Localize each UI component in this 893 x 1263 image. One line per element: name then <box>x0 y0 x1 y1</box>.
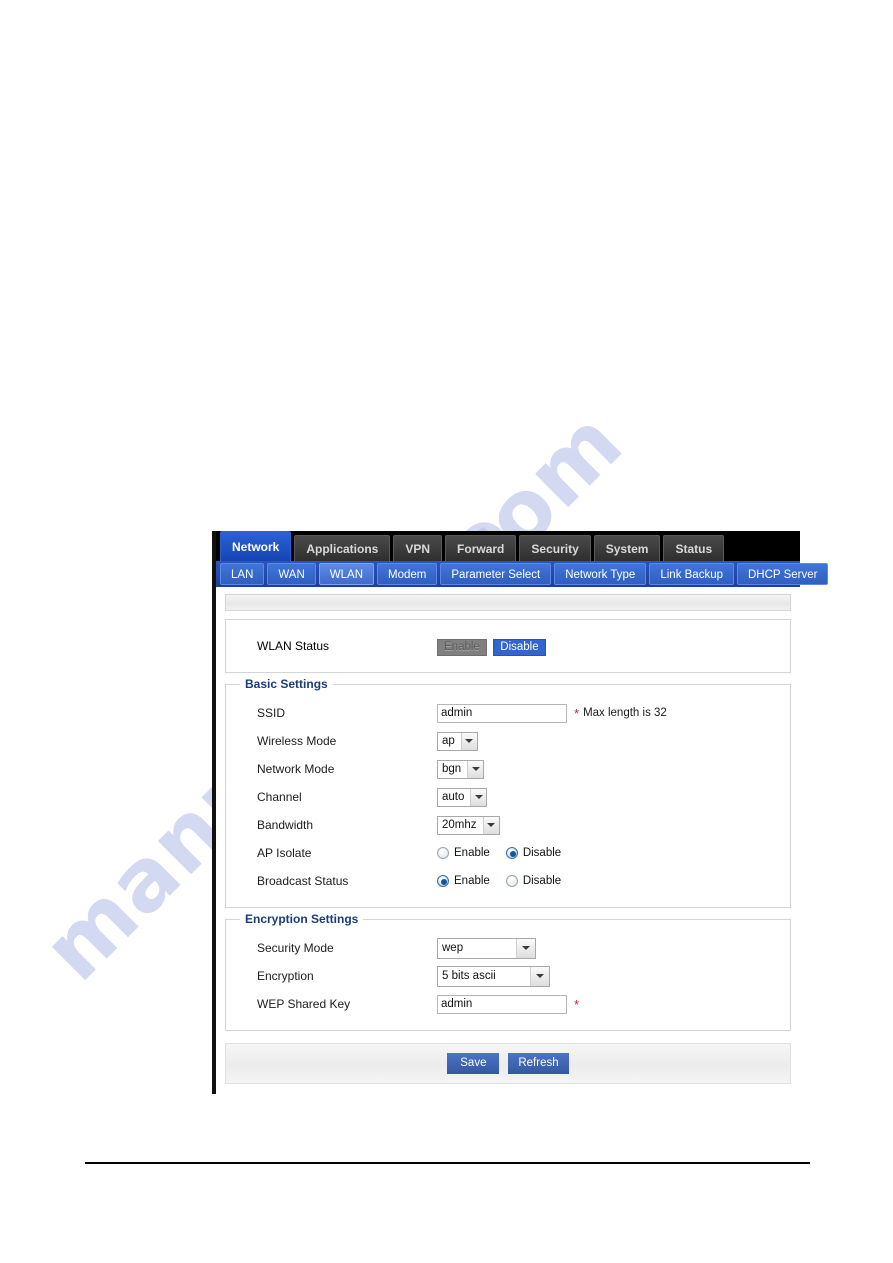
broadcast-status-enable-label: Enable <box>454 875 490 887</box>
row-broadcast-status: Broadcast Status Enable Disable <box>226 867 790 895</box>
row-ap-isolate: AP Isolate Enable Disable <box>226 839 790 867</box>
tab-system[interactable]: System <box>593 535 661 561</box>
encryption-select[interactable]: 5 bits ascii <box>437 965 550 987</box>
wep-shared-key-label: WEP Shared Key <box>257 997 351 1011</box>
row-security-mode: Security Mode wep <box>226 934 790 962</box>
subtab-modem[interactable]: Modem <box>377 563 438 585</box>
bandwidth-select[interactable]: 20mhz <box>437 815 500 835</box>
row-wireless-mode: Wireless Mode ap <box>226 727 790 755</box>
wlan-enable-button[interactable]: Enable <box>437 639 487 656</box>
chevron-down-icon <box>530 966 549 986</box>
row-bandwidth: Bandwidth 20mhz <box>226 811 790 839</box>
ssid-required-star: * <box>574 705 580 721</box>
subtab-parameter-select[interactable]: Parameter Select <box>440 563 552 585</box>
row-network-mode: Network Mode bgn <box>226 755 790 783</box>
wlan-status-controls: Enable Disable <box>437 637 546 656</box>
security-mode-label: Security Mode <box>257 941 334 955</box>
wep-shared-key-input[interactable] <box>437 994 567 1014</box>
radio-icon-checked <box>505 847 518 859</box>
network-mode-value: bgn <box>442 762 462 775</box>
wireless-mode-value: ap <box>442 734 455 747</box>
primary-navigation: Network Applications VPN Forward Securit… <box>216 531 800 561</box>
chevron-down-icon <box>516 938 535 958</box>
wep-shared-key-required-star: * <box>574 996 580 1012</box>
chevron-down-icon <box>470 788 487 806</box>
wlan-disable-button[interactable]: Disable <box>493 639 546 656</box>
row-channel: Channel auto <box>226 783 790 811</box>
secondary-navigation: LAN WAN WLAN Modem Parameter Select Netw… <box>216 561 829 587</box>
ap-isolate-enable-label: Enable <box>454 847 490 859</box>
encryption-settings-title: Encryption Settings <box>240 912 364 926</box>
network-mode-select[interactable]: bgn <box>437 759 485 779</box>
content-bottom-spacer <box>216 1084 800 1094</box>
wlan-status-panel: WLAN Status Enable Disable <box>225 619 791 673</box>
security-mode-value: wep <box>442 941 464 954</box>
broadcast-status-label: Broadcast Status <box>257 874 349 888</box>
channel-value: auto <box>442 790 465 803</box>
tab-status[interactable]: Status <box>663 535 725 561</box>
tab-security[interactable]: Security <box>519 535 591 561</box>
subtab-dhcp-server[interactable]: DHCP Server <box>737 563 829 585</box>
ap-isolate-label: AP Isolate <box>257 846 312 860</box>
basic-settings-title: Basic Settings <box>240 677 333 691</box>
subtab-lan[interactable]: LAN <box>220 563 265 585</box>
page-footer-rule <box>85 1162 810 1164</box>
encryption-value: 5 bits ascii <box>442 969 496 982</box>
channel-select[interactable]: auto <box>437 787 488 807</box>
wireless-mode-label: Wireless Mode <box>257 734 337 748</box>
chevron-down-icon <box>460 732 477 750</box>
subtab-link-backup[interactable]: Link Backup <box>649 563 734 585</box>
chevron-down-icon <box>467 760 484 778</box>
refresh-button[interactable]: Refresh <box>508 1053 569 1074</box>
toolbar-strip <box>225 594 791 611</box>
form-action-bar: Save Refresh <box>225 1043 791 1084</box>
chevron-down-icon <box>482 816 499 834</box>
bandwidth-label: Bandwidth <box>257 818 314 832</box>
bandwidth-value: 20mhz <box>442 818 477 831</box>
tab-vpn[interactable]: VPN <box>393 535 443 561</box>
encryption-settings-group: Encryption Settings Security Mode wep En… <box>225 912 791 1031</box>
document-page: manualshive .com Network Applications VP… <box>0 0 893 1263</box>
radio-icon <box>505 875 518 887</box>
save-button[interactable]: Save <box>447 1053 500 1074</box>
radio-icon <box>437 847 449 859</box>
ap-isolate-disable-label: Disable <box>522 847 562 859</box>
row-encryption: Encryption 5 bits ascii <box>226 962 790 990</box>
ssid-input[interactable] <box>437 703 567 723</box>
wlan-status-label: WLAN Status <box>257 639 330 653</box>
ap-isolate-enable-radio[interactable]: Enable <box>437 847 490 859</box>
radio-icon-checked <box>437 875 449 887</box>
tab-network[interactable]: Network <box>220 531 292 561</box>
wireless-mode-select[interactable]: ap <box>437 731 478 751</box>
broadcast-status-enable-radio[interactable]: Enable <box>437 875 490 887</box>
row-wep-shared-key: WEP Shared Key * <box>226 990 790 1018</box>
tab-applications[interactable]: Applications <box>294 535 391 561</box>
row-ssid: SSID * Max length is 32 <box>226 699 790 727</box>
wlan-status-row: WLAN Status Enable Disable <box>226 620 790 672</box>
ssid-label: SSID <box>257 706 286 720</box>
router-admin-screenshot: Network Applications VPN Forward Securit… <box>212 531 829 1094</box>
subtab-wan[interactable]: WAN <box>267 563 316 585</box>
basic-settings-group: Basic Settings SSID * Max length is 32 W… <box>225 677 791 908</box>
channel-label: Channel <box>257 790 302 804</box>
content-area: WLAN Status Enable Disable Basic Setting… <box>216 594 800 1094</box>
tab-forward[interactable]: Forward <box>445 535 517 561</box>
broadcast-status-disable-radio[interactable]: Disable <box>505 875 562 887</box>
ssid-hint: Max length is 32 <box>583 707 667 719</box>
broadcast-status-disable-label: Disable <box>522 875 562 887</box>
subtab-wlan[interactable]: WLAN <box>318 563 375 585</box>
encryption-label: Encryption <box>257 969 314 983</box>
subtab-network-type[interactable]: Network Type <box>554 563 647 585</box>
network-mode-label: Network Mode <box>257 762 335 776</box>
ap-isolate-disable-radio[interactable]: Disable <box>505 847 562 859</box>
security-mode-select[interactable]: wep <box>437 937 536 959</box>
